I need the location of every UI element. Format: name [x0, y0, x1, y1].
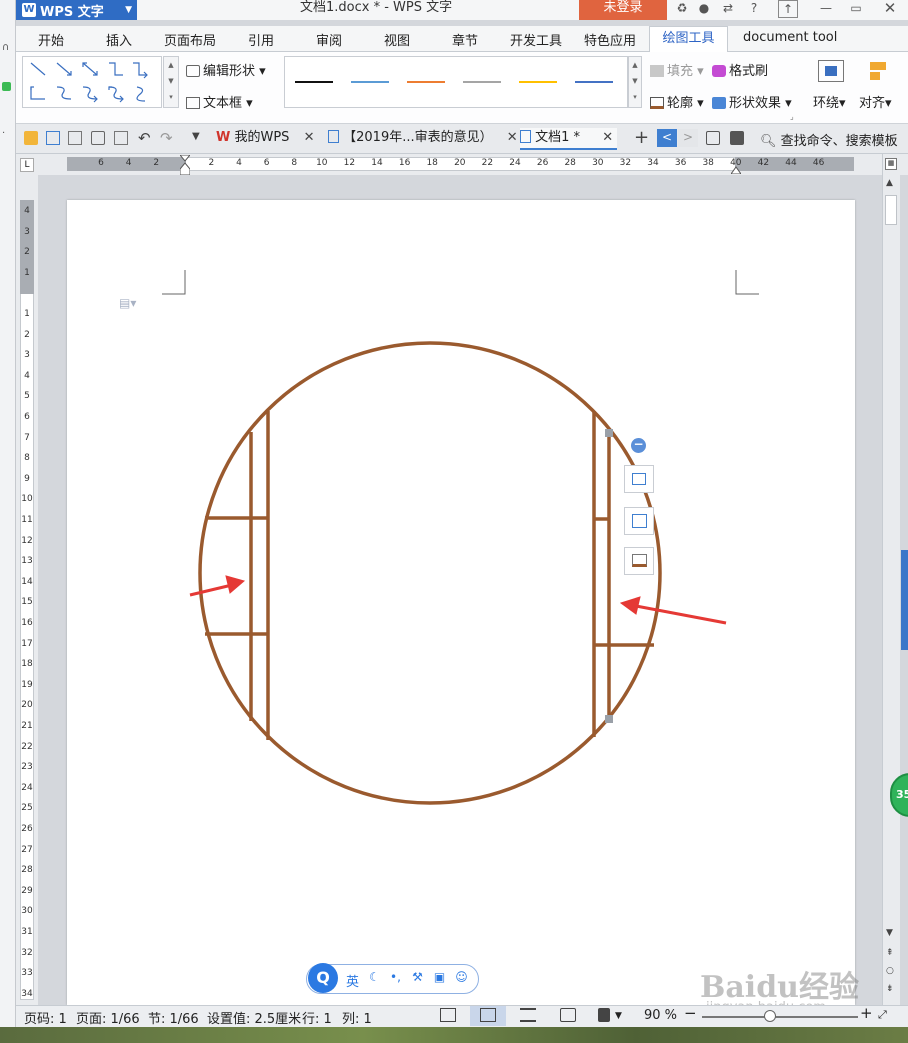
status-setting-value[interactable]: 设置值: 2.5厘米: [207, 1008, 301, 1027]
fill-style-icon: [632, 514, 647, 528]
moon-icon[interactable]: ☾: [367, 969, 382, 986]
next-page-icon[interactable]: ⇟: [886, 984, 894, 994]
circle-window-shape[interactable]: [198, 341, 662, 805]
zoom-slider-track[interactable]: [702, 1016, 858, 1018]
fit-window-icon[interactable]: ⤢: [878, 1008, 887, 1022]
red-arrow-left-shaft: [189, 583, 233, 597]
vertical-scrollbar[interactable]: [882, 154, 900, 1005]
clipboard-icon[interactable]: ▣: [432, 969, 447, 986]
drawing-layer: [189, 341, 727, 805]
select-browse-icon[interactable]: ○: [886, 966, 894, 976]
wrench-icon[interactable]: ⚒: [410, 969, 425, 986]
ime-language-toggle[interactable]: 英: [346, 971, 359, 990]
collapse-icon[interactable]: −: [631, 438, 646, 453]
scrollbar-thumb[interactable]: [885, 195, 897, 225]
emoji-icon[interactable]: ☺: [454, 969, 469, 986]
previous-page-icon[interactable]: ⇞: [886, 948, 894, 958]
split-view-icon[interactable]: ▦: [885, 158, 897, 170]
red-arrow-right-shaft: [635, 604, 727, 625]
status-page[interactable]: 页面: 1/66: [76, 1008, 140, 1027]
outline-view-icon[interactable]: [520, 1008, 536, 1022]
outline-style-button[interactable]: [624, 547, 654, 575]
layout-options-button[interactable]: [624, 465, 654, 493]
ime-logo-icon[interactable]: Q: [308, 963, 338, 993]
full-screen-icon[interactable]: [440, 1008, 456, 1022]
status-column[interactable]: 列: 1: [342, 1008, 372, 1027]
desktop-taskbar-strip: [0, 1027, 908, 1043]
status-section[interactable]: 节: 1/66: [148, 1008, 199, 1027]
zoom-out-icon[interactable]: −: [684, 1004, 697, 1022]
layout-icon: [632, 473, 646, 485]
status-row[interactable]: 行: 1: [302, 1008, 332, 1027]
status-page-code[interactable]: 页码: 1: [24, 1008, 67, 1027]
red-arrow-left-head: [225, 575, 246, 594]
zoom-slider-thumb[interactable]: [764, 1010, 776, 1022]
punctuation-icon[interactable]: •,: [388, 969, 403, 986]
scroll-down-icon[interactable]: ▼: [886, 928, 893, 938]
web-view-icon[interactable]: [560, 1008, 576, 1022]
scroll-up-icon[interactable]: ▲: [886, 178, 893, 188]
selection-handle[interactable]: [605, 429, 613, 437]
fill-style-button[interactable]: [624, 507, 654, 535]
annotation-arrows: [189, 575, 727, 625]
reading-mode-dropdown-icon[interactable]: ▼: [615, 1011, 622, 1021]
zoom-level[interactable]: 90 %: [644, 1008, 677, 1023]
selection-handle[interactable]: [605, 715, 613, 723]
zoom-in-icon[interactable]: +: [860, 1004, 873, 1022]
red-arrow-right-head: [619, 596, 641, 615]
outline-style-icon: [632, 554, 647, 567]
reading-mode-icon[interactable]: [598, 1008, 610, 1022]
side-panel-toggle[interactable]: [901, 550, 908, 650]
page-view-icon[interactable]: [480, 1008, 496, 1022]
